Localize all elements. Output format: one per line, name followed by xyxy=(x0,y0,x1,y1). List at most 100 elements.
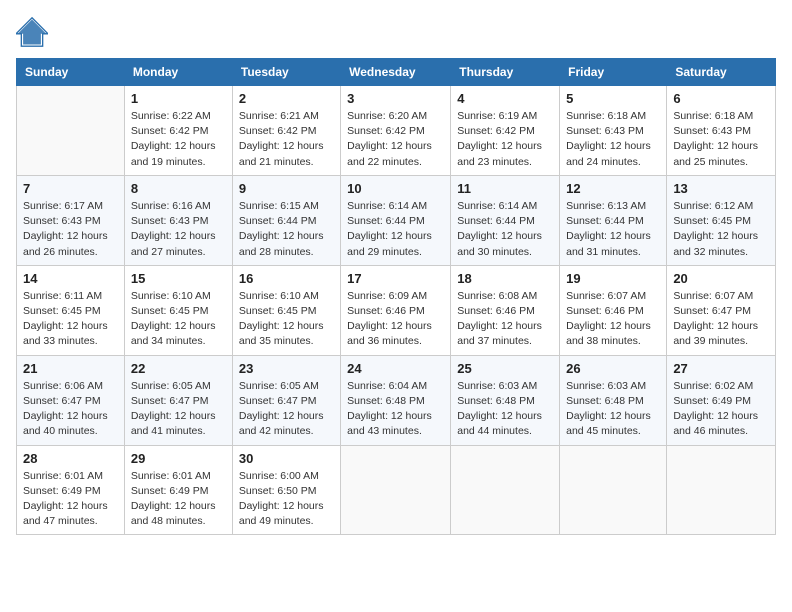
day-info: Sunrise: 6:00 AM Sunset: 6:50 PM Dayligh… xyxy=(239,469,334,530)
calendar-day-cell: 13 Sunrise: 6:12 AM Sunset: 6:45 PM Dayli… xyxy=(667,175,776,265)
day-info: Sunrise: 6:17 AM Sunset: 6:43 PM Dayligh… xyxy=(23,199,118,260)
day-number: 28 xyxy=(23,451,118,466)
day-info: Sunrise: 6:18 AM Sunset: 6:43 PM Dayligh… xyxy=(673,109,769,170)
day-number: 29 xyxy=(131,451,226,466)
day-number: 19 xyxy=(566,271,660,286)
day-info: Sunrise: 6:18 AM Sunset: 6:43 PM Dayligh… xyxy=(566,109,660,170)
calendar-week-row: 1 Sunrise: 6:22 AM Sunset: 6:42 PM Daylig… xyxy=(17,86,776,176)
day-info: Sunrise: 6:03 AM Sunset: 6:48 PM Dayligh… xyxy=(457,379,553,440)
day-info: Sunrise: 6:14 AM Sunset: 6:44 PM Dayligh… xyxy=(457,199,553,260)
day-number: 16 xyxy=(239,271,334,286)
day-info: Sunrise: 6:09 AM Sunset: 6:46 PM Dayligh… xyxy=(347,289,444,350)
calendar-day-cell: 12 Sunrise: 6:13 AM Sunset: 6:44 PM Dayli… xyxy=(560,175,667,265)
calendar-day-cell: 19 Sunrise: 6:07 AM Sunset: 6:46 PM Dayli… xyxy=(560,265,667,355)
weekday-header: Saturday xyxy=(667,59,776,86)
logo xyxy=(16,16,52,48)
calendar-day-cell: 5 Sunrise: 6:18 AM Sunset: 6:43 PM Daylig… xyxy=(560,86,667,176)
day-number: 18 xyxy=(457,271,553,286)
weekday-header: Thursday xyxy=(451,59,560,86)
calendar-day-cell xyxy=(560,445,667,535)
day-number: 13 xyxy=(673,181,769,196)
day-number: 25 xyxy=(457,361,553,376)
calendar-day-cell: 26 Sunrise: 6:03 AM Sunset: 6:48 PM Dayli… xyxy=(560,355,667,445)
day-number: 5 xyxy=(566,91,660,106)
day-info: Sunrise: 6:08 AM Sunset: 6:46 PM Dayligh… xyxy=(457,289,553,350)
day-info: Sunrise: 6:11 AM Sunset: 6:45 PM Dayligh… xyxy=(23,289,118,350)
weekday-header: Tuesday xyxy=(232,59,340,86)
day-number: 9 xyxy=(239,181,334,196)
calendar-day-cell: 16 Sunrise: 6:10 AM Sunset: 6:45 PM Dayli… xyxy=(232,265,340,355)
calendar-day-cell: 17 Sunrise: 6:09 AM Sunset: 6:46 PM Dayli… xyxy=(341,265,451,355)
day-info: Sunrise: 6:06 AM Sunset: 6:47 PM Dayligh… xyxy=(23,379,118,440)
calendar-day-cell: 4Sunrise: 6:19 AM Sunset: 6:42 PM Daylig… xyxy=(451,86,560,176)
day-number: 23 xyxy=(239,361,334,376)
day-number: 7 xyxy=(23,181,118,196)
day-info: Sunrise: 6:20 AM Sunset: 6:42 PM Dayligh… xyxy=(347,109,444,170)
day-number: 26 xyxy=(566,361,660,376)
weekday-header: Sunday xyxy=(17,59,125,86)
day-info: Sunrise: 6:10 AM Sunset: 6:45 PM Dayligh… xyxy=(131,289,226,350)
day-info: Sunrise: 6:05 AM Sunset: 6:47 PM Dayligh… xyxy=(239,379,334,440)
day-number: 11 xyxy=(457,181,553,196)
calendar-day-cell: 9 Sunrise: 6:15 AM Sunset: 6:44 PM Daylig… xyxy=(232,175,340,265)
calendar-day-cell: 15 Sunrise: 6:10 AM Sunset: 6:45 PM Dayli… xyxy=(124,265,232,355)
day-number: 30 xyxy=(239,451,334,466)
calendar-day-cell: 6 Sunrise: 6:18 AM Sunset: 6:43 PM Daylig… xyxy=(667,86,776,176)
logo-icon xyxy=(16,16,48,48)
day-number: 3 xyxy=(347,91,444,106)
calendar-day-cell: 21 Sunrise: 6:06 AM Sunset: 6:47 PM Dayli… xyxy=(17,355,125,445)
day-info: Sunrise: 6:14 AM Sunset: 6:44 PM Dayligh… xyxy=(347,199,444,260)
calendar-day-cell: 18 Sunrise: 6:08 AM Sunset: 6:46 PM Dayli… xyxy=(451,265,560,355)
calendar-day-cell: 22Sunrise: 6:05 AM Sunset: 6:47 PM Dayli… xyxy=(124,355,232,445)
calendar-day-cell: 14Sunrise: 6:11 AM Sunset: 6:45 PM Dayli… xyxy=(17,265,125,355)
day-info: Sunrise: 6:16 AM Sunset: 6:43 PM Dayligh… xyxy=(131,199,226,260)
day-number: 15 xyxy=(131,271,226,286)
day-info: Sunrise: 6:22 AM Sunset: 6:42 PM Dayligh… xyxy=(131,109,226,170)
calendar-day-cell: 3 Sunrise: 6:20 AM Sunset: 6:42 PM Daylig… xyxy=(341,86,451,176)
day-info: Sunrise: 6:07 AM Sunset: 6:46 PM Dayligh… xyxy=(566,289,660,350)
calendar-day-cell: 1 Sunrise: 6:22 AM Sunset: 6:42 PM Daylig… xyxy=(124,86,232,176)
day-info: Sunrise: 6:01 AM Sunset: 6:49 PM Dayligh… xyxy=(23,469,118,530)
calendar-table: SundayMondayTuesdayWednesdayThursdayFrid… xyxy=(16,58,776,535)
day-info: Sunrise: 6:02 AM Sunset: 6:49 PM Dayligh… xyxy=(673,379,769,440)
day-info: Sunrise: 6:19 AM Sunset: 6:42 PM Dayligh… xyxy=(457,109,553,170)
day-info: Sunrise: 6:04 AM Sunset: 6:48 PM Dayligh… xyxy=(347,379,444,440)
calendar-day-cell xyxy=(667,445,776,535)
day-number: 21 xyxy=(23,361,118,376)
day-info: Sunrise: 6:21 AM Sunset: 6:42 PM Dayligh… xyxy=(239,109,334,170)
calendar-week-row: 28 Sunrise: 6:01 AM Sunset: 6:49 PM Dayli… xyxy=(17,445,776,535)
day-info: Sunrise: 6:15 AM Sunset: 6:44 PM Dayligh… xyxy=(239,199,334,260)
day-info: Sunrise: 6:03 AM Sunset: 6:48 PM Dayligh… xyxy=(566,379,660,440)
day-number: 24 xyxy=(347,361,444,376)
day-info: Sunrise: 6:07 AM Sunset: 6:47 PM Dayligh… xyxy=(673,289,769,350)
day-number: 12 xyxy=(566,181,660,196)
calendar-day-cell: 24 Sunrise: 6:04 AM Sunset: 6:48 PM Dayli… xyxy=(341,355,451,445)
calendar-week-row: 14Sunrise: 6:11 AM Sunset: 6:45 PM Dayli… xyxy=(17,265,776,355)
calendar-week-row: 21 Sunrise: 6:06 AM Sunset: 6:47 PM Dayli… xyxy=(17,355,776,445)
page-header xyxy=(16,16,776,48)
weekday-header: Monday xyxy=(124,59,232,86)
day-number: 8 xyxy=(131,181,226,196)
weekday-header: Wednesday xyxy=(341,59,451,86)
calendar-day-cell: 2 Sunrise: 6:21 AM Sunset: 6:42 PM Daylig… xyxy=(232,86,340,176)
day-info: Sunrise: 6:13 AM Sunset: 6:44 PM Dayligh… xyxy=(566,199,660,260)
calendar-body: 1 Sunrise: 6:22 AM Sunset: 6:42 PM Daylig… xyxy=(17,86,776,535)
calendar-day-cell: 30 Sunrise: 6:00 AM Sunset: 6:50 PM Dayli… xyxy=(232,445,340,535)
day-number: 10 xyxy=(347,181,444,196)
day-number: 17 xyxy=(347,271,444,286)
calendar-day-cell xyxy=(451,445,560,535)
day-info: Sunrise: 6:12 AM Sunset: 6:45 PM Dayligh… xyxy=(673,199,769,260)
day-number: 6 xyxy=(673,91,769,106)
calendar-day-cell xyxy=(17,86,125,176)
calendar-header-row: SundayMondayTuesdayWednesdayThursdayFrid… xyxy=(17,59,776,86)
calendar-day-cell: 20Sunrise: 6:07 AM Sunset: 6:47 PM Dayli… xyxy=(667,265,776,355)
calendar-day-cell: 7 Sunrise: 6:17 AM Sunset: 6:43 PM Daylig… xyxy=(17,175,125,265)
calendar-day-cell: 23 Sunrise: 6:05 AM Sunset: 6:47 PM Dayli… xyxy=(232,355,340,445)
weekday-header: Friday xyxy=(560,59,667,86)
day-number: 2 xyxy=(239,91,334,106)
day-number: 1 xyxy=(131,91,226,106)
day-number: 27 xyxy=(673,361,769,376)
day-info: Sunrise: 6:10 AM Sunset: 6:45 PM Dayligh… xyxy=(239,289,334,350)
calendar-day-cell: 28 Sunrise: 6:01 AM Sunset: 6:49 PM Dayli… xyxy=(17,445,125,535)
calendar-day-cell: 8 Sunrise: 6:16 AM Sunset: 6:43 PM Daylig… xyxy=(124,175,232,265)
